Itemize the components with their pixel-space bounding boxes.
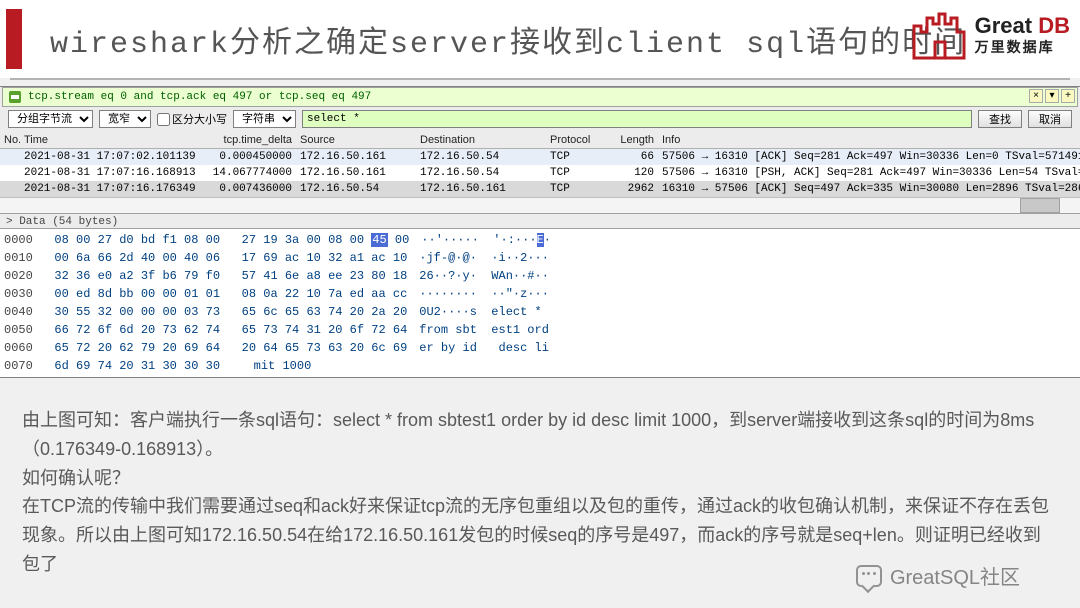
search-width-select[interactable]: 宽窄	[99, 110, 151, 128]
search-input[interactable]	[302, 110, 972, 128]
packet-list[interactable]: No. Time tcp.time_delta Source Destinati…	[0, 131, 1080, 213]
explain-line-2: 如何确认呢？	[22, 464, 1058, 493]
col-destination[interactable]: Destination	[416, 132, 546, 148]
clear-filter-icon[interactable]: ×	[1029, 89, 1043, 103]
brand-logo: Great DB 万里数据库	[909, 8, 1070, 64]
col-source[interactable]: Source	[296, 132, 416, 148]
horizontal-scrollbar[interactable]	[0, 197, 1080, 213]
watermark-text: GreatSQL社区	[890, 561, 1020, 590]
wechat-icon	[856, 565, 882, 587]
search-scope-select[interactable]: 分组字节流	[8, 110, 93, 128]
display-filter-input[interactable]	[25, 91, 1075, 103]
packet-row[interactable]: 2021-08-31 17:07:16.1763490.007436000172…	[0, 181, 1080, 197]
hex-row[interactable]: 0070 6d 69 74 20 31 30 30 30 mit 1000	[4, 357, 1076, 375]
hex-pane[interactable]: 0000 08 00 27 d0 bd f1 08 00 27 19 3a 00…	[0, 228, 1080, 377]
filter-apply-icon[interactable]: +	[1061, 89, 1075, 103]
detail-pane-summary: > Data (54 bytes)	[0, 213, 1080, 228]
col-protocol[interactable]: Protocol	[546, 132, 608, 148]
col-time[interactable]: Time	[20, 132, 196, 148]
packet-list-header: No. Time tcp.time_delta Source Destinati…	[0, 131, 1080, 149]
divider-line	[10, 78, 1070, 80]
col-length[interactable]: Length	[608, 132, 658, 148]
packet-row[interactable]: 2021-08-31 17:07:02.1011390.000450000172…	[0, 149, 1080, 165]
explanation-text: 由上图可知：客户端执行一条sql语句：select * from sbtest1…	[0, 378, 1080, 589]
find-toolbar: 分组字节流 宽窄 区分大小写 字符串 查找 取消	[0, 107, 1080, 131]
find-button[interactable]: 查找	[978, 110, 1022, 128]
wireshark-panel: × ▾ + 分组字节流 宽窄 区分大小写 字符串 查找 取消 No. Time …	[0, 86, 1080, 378]
hex-row[interactable]: 0000 08 00 27 d0 bd f1 08 00 27 19 3a 00…	[4, 231, 1076, 249]
logo-text: Great DB 万里数据库	[975, 15, 1070, 57]
cancel-button[interactable]: 取消	[1028, 110, 1072, 128]
explain-line-1: 由上图可知：客户端执行一条sql语句：select * from sbtest1…	[22, 406, 1058, 464]
col-info[interactable]: Info	[658, 132, 1080, 148]
search-type-select[interactable]: 字符串	[233, 110, 296, 128]
hex-row[interactable]: 0040 30 55 32 00 00 00 03 73 65 6c 65 63…	[4, 303, 1076, 321]
filter-dropdown-icon[interactable]: ▾	[1045, 89, 1059, 103]
watermark: GreatSQL社区	[856, 561, 1020, 590]
hex-row[interactable]: 0060 65 72 20 62 79 20 69 64 20 64 65 73…	[4, 339, 1076, 357]
case-sensitive-input[interactable]	[157, 113, 170, 126]
hex-row[interactable]: 0020 32 36 e0 a2 3f b6 79 f0 57 41 6e a8…	[4, 267, 1076, 285]
packet-row[interactable]: 2021-08-31 17:07:16.16891314.06777400017…	[0, 165, 1080, 181]
display-filter-bar[interactable]: × ▾ +	[2, 87, 1078, 107]
slide-title: wireshark分析之确定server接收到client sql语句的时间	[50, 17, 966, 62]
scroll-thumb[interactable]	[1020, 198, 1060, 213]
filter-icon	[8, 90, 22, 104]
case-sensitive-label: 区分大小写	[172, 111, 227, 127]
case-sensitive-checkbox[interactable]: 区分大小写	[157, 111, 227, 127]
hex-row[interactable]: 0030 00 ed 8d bb 00 00 01 01 08 0a 22 10…	[4, 285, 1076, 303]
castle-icon	[909, 8, 969, 64]
hex-row[interactable]: 0010 00 6a 66 2d 40 00 40 06 17 69 ac 10…	[4, 249, 1076, 267]
col-delta[interactable]: tcp.time_delta	[196, 132, 296, 148]
col-no[interactable]: No.	[0, 132, 20, 148]
decor-red-bar	[6, 9, 22, 69]
slide-header: wireshark分析之确定server接收到client sql语句的时间 G…	[0, 0, 1080, 78]
hex-row[interactable]: 0050 66 72 6f 6d 20 73 62 74 65 73 74 31…	[4, 321, 1076, 339]
